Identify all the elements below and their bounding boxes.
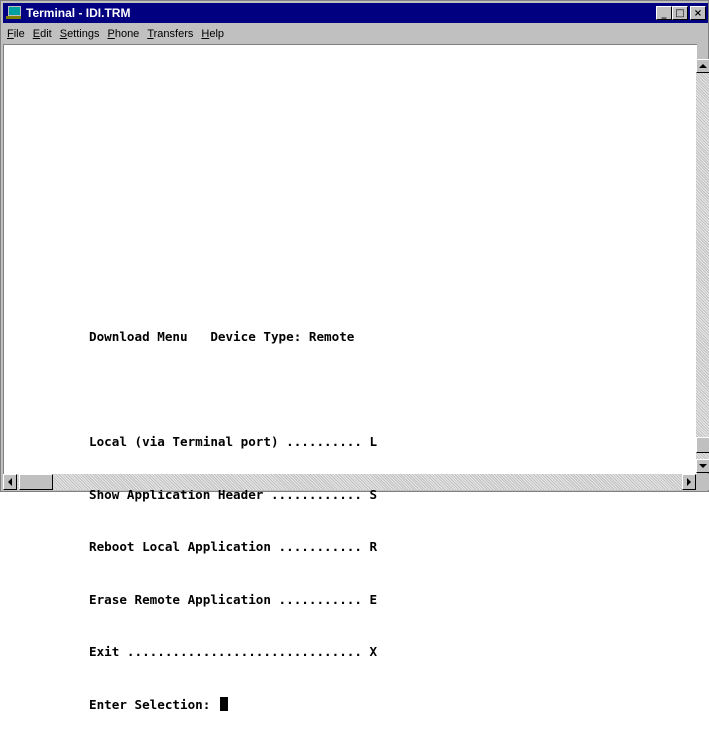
size-grip[interactable] <box>696 474 709 490</box>
scroll-down-button[interactable] <box>696 459 709 473</box>
arrow-left-icon <box>8 478 12 486</box>
title-bar[interactable]: Terminal - IDI.TRM _ □ × <box>3 3 708 23</box>
vertical-scroll-thumb[interactable] <box>696 437 709 453</box>
menu-phone[interactable]: Phone <box>103 28 143 40</box>
terminal-app-icon[interactable] <box>6 6 22 20</box>
window-title: Terminal - IDI.TRM <box>26 6 131 20</box>
menu-option-erase: Erase Remote Application ........... E <box>89 591 378 607</box>
close-button[interactable]: × <box>690 6 706 20</box>
menu-settings[interactable]: Settings <box>56 28 104 40</box>
arrow-down-icon <box>699 464 707 468</box>
window-controls: _ □ × <box>656 6 706 20</box>
menu-bar: File Edit Settings Phone Transfers Help <box>3 24 708 43</box>
arrow-right-icon <box>687 478 691 486</box>
vertical-scrollbar[interactable] <box>696 59 709 473</box>
scroll-left-button[interactable] <box>3 474 17 490</box>
horizontal-scroll-thumb[interactable] <box>19 474 53 490</box>
selection-prompt-line: Enter Selection: <box>89 696 377 714</box>
menu-help[interactable]: Help <box>197 28 228 40</box>
menu-option-reboot: Reboot Local Application ........... R <box>89 539 378 554</box>
menu-option-local: Local (via Terminal port) .......... L <box>89 434 378 449</box>
scroll-right-button[interactable] <box>682 474 696 490</box>
scroll-up-button[interactable] <box>696 59 709 73</box>
terminal-window: Terminal - IDI.TRM _ □ × File Edit Setti… <box>0 0 709 712</box>
minimize-button[interactable]: _ <box>656 6 672 20</box>
maximize-button[interactable]: □ <box>672 6 688 20</box>
menu-file[interactable]: File <box>3 28 29 40</box>
menu-header: Download Menu Device Type: Remote <box>89 329 355 344</box>
menu-option-exit: Exit ............................... X <box>89 644 378 659</box>
text-cursor <box>219 696 228 711</box>
menu-transfers[interactable]: Transfers <box>143 28 197 40</box>
selection-prompt: Enter Selection: <box>89 696 218 712</box>
terminal-text: Download Menu Device Type: Remote Local … <box>89 293 377 748</box>
terminal-screen[interactable]: Download Menu Device Type: Remote Local … <box>3 44 697 712</box>
arrow-up-icon <box>699 64 707 68</box>
horizontal-scrollbar[interactable] <box>3 474 696 490</box>
menu-edit[interactable]: Edit <box>29 28 56 40</box>
